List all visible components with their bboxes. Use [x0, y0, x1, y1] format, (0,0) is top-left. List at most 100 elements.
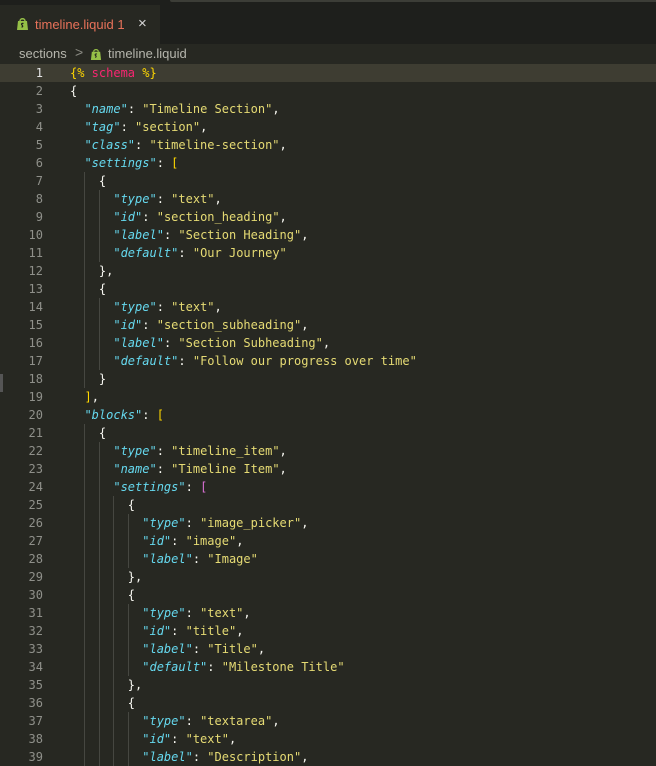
indent-guide	[84, 172, 86, 388]
code-text: "id": "text",	[142, 732, 237, 746]
line-number: 23	[28, 462, 43, 476]
line-number: 16	[28, 336, 43, 350]
code-text: "label": "Section Subheading",	[113, 336, 331, 350]
tab-bar: timeline.liquid 1 ×	[0, 0, 656, 44]
code-line[interactable]: 18 }	[0, 370, 656, 388]
code-editor[interactable]: 1 {% schema %} 2{3 "name": "Timeline Secti…	[0, 64, 656, 766]
code-line[interactable]: 19 ],	[0, 388, 656, 406]
code-text: "default": "Our Journey"	[113, 246, 287, 260]
line-number: 19	[28, 390, 43, 404]
code-text: {	[70, 426, 107, 440]
code-text: ],	[84, 390, 99, 404]
indent-guide	[127, 604, 129, 676]
indent-guide	[127, 712, 129, 766]
problem-count: 1	[117, 17, 125, 32]
code-text: "type": "textarea",	[142, 714, 280, 728]
breadcrumb: sections > timeline.liquid	[0, 44, 656, 64]
line-number: 32	[28, 624, 43, 638]
line-number: 17	[28, 354, 43, 368]
code-line[interactable]: 12 },	[0, 262, 656, 280]
tab-bar-border	[170, 0, 656, 2]
code-text: },	[70, 264, 114, 278]
code-text: "name": "Timeline Section",	[84, 102, 280, 116]
shopify-bag-icon	[17, 18, 28, 30]
line-number: 6	[35, 156, 43, 170]
code-text: {	[70, 696, 136, 710]
line-number: 24	[28, 480, 43, 494]
breadcrumb-folder[interactable]: sections	[19, 46, 67, 61]
code-text: "default": "Milestone Title"	[142, 660, 345, 674]
line-number: 39	[28, 750, 43, 764]
code-text: }	[70, 372, 107, 386]
code-line[interactable]: 4 "tag": "section",	[0, 118, 656, 136]
line-number: 25	[28, 498, 43, 512]
code-line[interactable]: 2{	[0, 82, 656, 100]
line-number: 12	[28, 264, 43, 278]
line-number: 13	[28, 282, 43, 296]
line-number: 14	[28, 300, 43, 314]
close-icon[interactable]: ×	[138, 15, 147, 32]
tab-timeline-liquid[interactable]: timeline.liquid 1 ×	[0, 5, 160, 44]
code-text: {% schema %}	[70, 66, 157, 80]
code-text: "blocks": [	[84, 408, 164, 422]
shopify-bag-icon	[90, 49, 102, 61]
code-text: {	[70, 498, 136, 512]
code-text: {	[70, 282, 107, 296]
code-line[interactable]: 3 "name": "Timeline Section",	[0, 100, 656, 118]
code-line[interactable]: 1 {% schema %}	[0, 64, 656, 82]
line-number: 29	[28, 570, 43, 584]
code-text: "type": "image_picker",	[142, 516, 309, 530]
indent-guide	[98, 298, 100, 370]
code-text: "name": "Timeline Item",	[113, 462, 287, 476]
code-text: "class": "timeline-section",	[84, 138, 287, 152]
indent-guide	[98, 442, 100, 766]
line-number: 15	[28, 318, 43, 332]
line-number: 31	[28, 606, 43, 620]
indent-guide	[84, 424, 86, 766]
code-line[interactable]: 21 {	[0, 424, 656, 442]
line-number: 30	[28, 588, 43, 602]
code-text: "label": "Section Heading",	[113, 228, 309, 242]
code-text: },	[70, 570, 143, 584]
code-line[interactable]: 7 {	[0, 172, 656, 190]
code-text: "type": "text",	[142, 606, 251, 620]
line-number: 20	[28, 408, 43, 422]
line-number: 35	[28, 678, 43, 692]
code-text: },	[70, 678, 143, 692]
code-text: {	[70, 588, 136, 602]
code-line[interactable]: 20 "blocks": [	[0, 406, 656, 424]
line-number: 9	[35, 210, 43, 224]
code-text: "id": "section_heading",	[113, 210, 287, 224]
indent-guide	[113, 496, 115, 766]
code-line[interactable]: 5 "class": "timeline-section",	[0, 136, 656, 154]
line-number: 2	[35, 84, 43, 98]
chevron-right-icon: >	[75, 44, 84, 60]
line-number: 27	[28, 534, 43, 548]
line-number: 26	[28, 516, 43, 530]
code-text: "settings": [	[84, 156, 179, 170]
tab-label: timeline.liquid 1	[35, 17, 125, 32]
line-number: 28	[28, 552, 43, 566]
breadcrumb-file[interactable]: timeline.liquid	[108, 46, 187, 61]
line-number: 34	[28, 660, 43, 674]
code-text: {	[70, 84, 78, 98]
code-text: "id": "title",	[142, 624, 244, 638]
line-number: 1	[35, 66, 43, 80]
line-number: 37	[28, 714, 43, 728]
code-text: {	[70, 174, 107, 188]
indent-guide	[98, 190, 100, 262]
indent-guide	[127, 514, 129, 568]
line-number: 3	[35, 102, 43, 116]
code-text: "default": "Follow our progress over tim…	[113, 354, 417, 368]
code-text: "id": "section_subheading",	[113, 318, 309, 332]
line-number: 18	[28, 372, 43, 386]
code-line[interactable]: 6 "settings": [	[0, 154, 656, 172]
code-text: "type": "text",	[113, 300, 222, 314]
code-text: "settings": [	[113, 480, 208, 494]
code-text: "label": "Description",	[142, 750, 309, 764]
line-number: 33	[28, 642, 43, 656]
line-number: 4	[35, 120, 43, 134]
line-number: 11	[28, 246, 43, 260]
code-text: "type": "timeline_item",	[113, 444, 287, 458]
code-line[interactable]: 13 {	[0, 280, 656, 298]
